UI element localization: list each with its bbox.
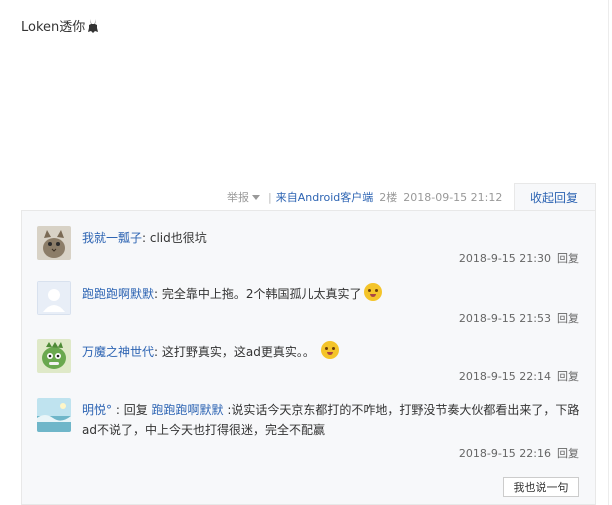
reply-button[interactable]: 回复 xyxy=(557,370,579,383)
post-date: 2018-09-15 21:12 xyxy=(403,191,503,204)
reply-item: 我就一瓢子: clid也很坑 2018-9-15 21:30 回复 xyxy=(37,226,587,276)
reply-button[interactable]: 回复 xyxy=(557,312,579,325)
reply-content: 跑跑跑啊默默: 完全靠中上拖。2个韩国孤儿太真实了 xyxy=(82,283,582,304)
default-user-avatar-icon xyxy=(37,281,71,315)
reply-target-user[interactable]: 跑跑跑啊默默 xyxy=(152,403,224,417)
reply-content: 明悦° : 回复 跑跑跑啊默默 :说实话今天京东都打的不咋地，打野没节奏大伙都看… xyxy=(82,400,582,440)
report-button[interactable]: 举报 xyxy=(227,191,249,204)
avatar-default[interactable] xyxy=(37,281,71,315)
reply-text: : 完全靠中上拖。2个韩国孤儿太真实了 xyxy=(154,287,362,301)
reply-meta: 2018-9-15 22:14 回复 xyxy=(459,368,579,384)
reply-button[interactable]: 回复 xyxy=(557,447,579,460)
landscape-avatar-icon xyxy=(37,398,71,432)
cat-avatar-icon xyxy=(37,226,71,260)
reply-username[interactable]: 跑跑跑啊默默 xyxy=(82,287,154,301)
reply-meta: 2018-9-15 22:16 回复 xyxy=(459,445,579,461)
reply-meta: 2018-9-15 21:53 回复 xyxy=(459,310,579,326)
report-dropdown-icon[interactable] xyxy=(252,195,260,200)
reply-item: 明悦° : 回复 跑跑跑啊默默 :说实话今天京东都打的不咋地，打野没节奏大伙都看… xyxy=(37,398,587,464)
sweat-emoji-icon xyxy=(363,283,382,301)
reply-text: : 这打野真实，这ad更真实。。 xyxy=(154,345,315,359)
post-content: Loken透你 xyxy=(21,16,99,35)
reply-time: 2018-9-15 21:53 xyxy=(458,312,551,325)
rabbit-emoji-icon xyxy=(88,19,99,33)
reply-time: 2018-9-15 22:14 xyxy=(458,370,551,383)
surprised-emoji-icon xyxy=(320,341,339,359)
dinosaur-avatar-icon xyxy=(37,339,71,373)
add-reply-button[interactable]: 我也说一句 xyxy=(503,477,579,497)
post-text: Loken透你 xyxy=(21,20,86,35)
reply-text: : clid也很坑 xyxy=(142,231,207,245)
reply-content: 万魔之神世代: 这打野真实，这ad更真实。。 xyxy=(82,341,582,362)
reply-item: 跑跑跑啊默默: 完全靠中上拖。2个韩国孤儿太真实了 2018-9-15 21:5… xyxy=(37,281,587,331)
avatar-cat[interactable] xyxy=(37,226,71,260)
reply-item: 万魔之神世代: 这打野真实，这ad更真实。。 2018-9-15 22:14 回复 xyxy=(37,339,587,389)
reply-username[interactable]: 万魔之神世代 xyxy=(82,345,154,359)
reply-button[interactable]: 回复 xyxy=(557,252,579,265)
reply-username[interactable]: 明悦° xyxy=(82,403,112,417)
collapse-replies-button[interactable]: 收起回复 xyxy=(530,189,578,207)
right-border xyxy=(608,0,609,505)
avatar-landscape[interactable] xyxy=(37,398,71,432)
reply-prefix: : 回复 xyxy=(112,403,152,417)
meta-separator: | xyxy=(268,191,272,204)
post-meta: 举报 | 来自Android客户端 2楼 2018-09-15 21:12 xyxy=(227,189,502,207)
avatar-dino[interactable] xyxy=(37,339,71,373)
floor-number: 2楼 xyxy=(379,191,398,204)
reply-meta: 2018-9-15 21:30 回复 xyxy=(459,250,579,266)
reply-username[interactable]: 我就一瓢子 xyxy=(82,231,142,245)
reply-time: 2018-9-15 22:16 xyxy=(458,447,551,460)
reply-time: 2018-9-15 21:30 xyxy=(458,252,551,265)
client-link[interactable]: 来自Android客户端 xyxy=(276,191,374,204)
reply-content: 我就一瓢子: clid也很坑 xyxy=(82,228,582,248)
